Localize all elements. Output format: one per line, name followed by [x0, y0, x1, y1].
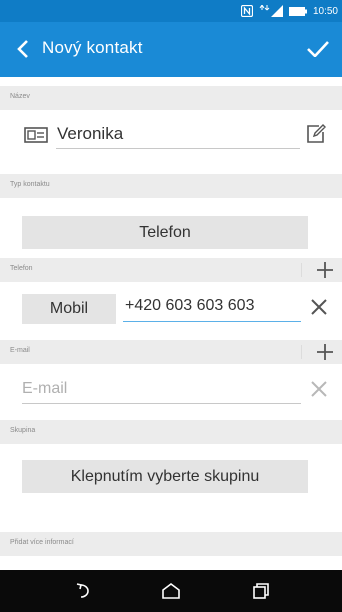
page-title: Nový kontakt [42, 38, 143, 57]
nav-home-button[interactable] [146, 576, 196, 606]
phone-row: Mobil +420 603 603 603 [0, 282, 342, 340]
recents-icon [253, 583, 269, 599]
section-label-more-info: Přidat více informací [10, 539, 74, 546]
section-header-more-info[interactable]: Přidat více informací [0, 532, 342, 556]
section-label-name: Název [10, 93, 30, 100]
section-label-group: Skupina [10, 427, 36, 434]
signal-icon [259, 5, 283, 17]
edit-icon [307, 124, 326, 143]
status-icons: 10:50 [240, 4, 338, 18]
close-icon [311, 299, 327, 315]
divider [301, 345, 302, 359]
back-icon [76, 583, 89, 598]
group-row: Klepnutím vyberte skupinu [0, 444, 342, 506]
home-icon [162, 583, 180, 599]
section-label-email: E-mail [10, 347, 30, 354]
edit-name-button[interactable] [304, 122, 328, 146]
email-field[interactable] [22, 374, 301, 404]
navigation-bar [0, 570, 342, 612]
remove-phone-button[interactable] [306, 294, 332, 320]
email-row [0, 364, 342, 422]
plus-icon [317, 344, 333, 360]
phone-type-button[interactable]: Mobil [22, 294, 116, 324]
save-button[interactable] [300, 31, 336, 67]
section-header-group: Skupina [0, 420, 342, 444]
name-field[interactable]: Veronika [56, 121, 300, 149]
divider [301, 263, 302, 277]
app-bar: Nový kontakt [0, 22, 342, 77]
checkmark-icon [307, 41, 329, 57]
status-time: 10:50 [312, 5, 338, 17]
phone-field[interactable]: +420 603 603 603 [123, 292, 301, 322]
section-header-name: Název [0, 86, 342, 110]
close-icon [311, 381, 327, 397]
business-card-icon [24, 127, 48, 143]
section-header-phone: Telefon [0, 258, 342, 282]
name-row: Veronika [0, 110, 342, 170]
section-label-phone: Telefon [10, 265, 33, 272]
select-group-button[interactable]: Klepnutím vyberte skupinu [22, 460, 308, 493]
section-label-contact-type: Typ kontaktu [10, 181, 50, 188]
status-bar: 10:50 [0, 0, 342, 22]
chevron-left-icon [17, 40, 28, 58]
contact-type-row: Telefon [0, 198, 342, 258]
nfc-icon [240, 5, 253, 17]
plus-icon [317, 262, 333, 278]
add-phone-button[interactable] [308, 258, 342, 282]
back-button[interactable] [6, 31, 40, 67]
add-email-button[interactable] [308, 340, 342, 364]
section-header-email: E-mail [0, 340, 342, 364]
remove-email-button[interactable] [306, 376, 332, 402]
section-header-contact-type: Typ kontaktu [0, 174, 342, 198]
battery-icon [288, 6, 307, 16]
contact-type-button[interactable]: Telefon [22, 216, 308, 249]
nav-back-button[interactable] [60, 576, 110, 606]
nav-recents-button[interactable] [236, 576, 286, 606]
